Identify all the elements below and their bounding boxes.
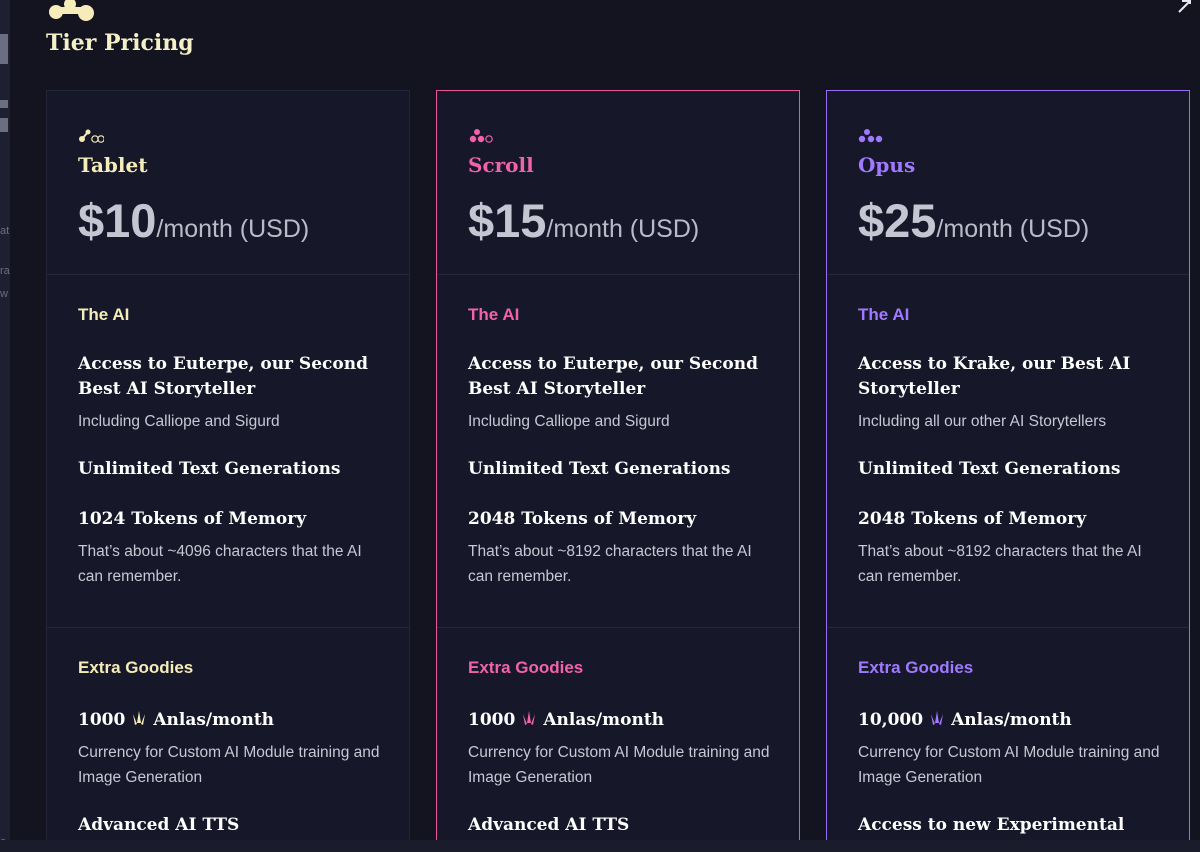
anlas-icon — [133, 711, 146, 725]
background-bar — [0, 100, 8, 108]
divider — [47, 274, 409, 275]
feature-title: Access to Krake, our Best AI Storyteller — [858, 354, 1131, 399]
opus-tier-icon — [858, 129, 883, 143]
feature-title: Access to Euterpe, our Second Best AI St… — [468, 354, 758, 399]
feature-title: Unlimited Text Generations — [468, 459, 731, 479]
section-label-extra-goodies: Extra Goodies — [468, 658, 584, 677]
tier-name: Opus — [858, 153, 916, 177]
anlas-amount: 1000 — [468, 710, 516, 730]
bottom-edge — [0, 840, 1200, 852]
anlas-unit: Anlas/month — [153, 710, 275, 730]
page: at ra w o Tier Pricing — [0, 0, 1200, 852]
feature-title: 1024 Tokens of Memory — [78, 509, 307, 529]
section-label-extra-goodies: Extra Goodies — [78, 658, 194, 677]
tier-pricing-modal: Tier Pricing Tablet $10/month (USD) The … — [10, 0, 1200, 852]
feature-title: 2048 Tokens of Memory — [858, 509, 1087, 529]
price-unit: /month (USD) — [936, 215, 1090, 243]
feature-title: Advanced AI TTS — [468, 815, 630, 835]
tier-header: Opus $25/month (USD) — [827, 91, 1189, 274]
feature-desc: That’s about ~8192 characters that the A… — [468, 543, 752, 585]
anlas-feature: 1000 Anlas/month — [468, 708, 768, 733]
feature-desc: Currency for Custom AI Module training a… — [78, 744, 380, 786]
tier-name: Tablet — [78, 153, 148, 177]
price-unit: /month (USD) — [156, 215, 310, 243]
divider — [437, 274, 799, 275]
background-text: w — [0, 288, 8, 300]
price-unit: /month (USD) — [546, 215, 700, 243]
tier-header: Scroll $15/month (USD) — [437, 91, 799, 274]
price-amount: $15 — [468, 194, 547, 247]
tier-price: $10/month (USD) — [78, 193, 309, 248]
feature-desc: Including Calliope and Sigurd — [468, 413, 670, 430]
feature-desc: Currency for Custom AI Module training a… — [468, 744, 770, 786]
feature-desc: That’s about ~8192 characters that the A… — [858, 543, 1142, 585]
divider — [827, 627, 1189, 628]
background-bar — [0, 118, 8, 132]
tablet-tier-icon — [79, 129, 104, 143]
divider — [827, 274, 1189, 275]
feature-desc: Including Calliope and Sigurd — [78, 413, 280, 430]
scroll-tier-icon — [469, 129, 493, 143]
background-text: ra — [0, 265, 10, 277]
tier-name: Scroll — [468, 153, 534, 177]
price-amount: $10 — [78, 194, 157, 247]
anlas-icon — [931, 711, 944, 725]
section-label-the-ai: The AI — [858, 305, 910, 324]
background-bar — [0, 34, 8, 64]
tier-header: Tablet $10/month (USD) — [47, 91, 409, 274]
section-label-the-ai: The AI — [78, 305, 130, 324]
tier-card-opus[interactable]: Opus $25/month (USD) The AI Access to Kr… — [826, 90, 1190, 852]
anlas-icon — [523, 711, 536, 725]
anlas-feature: 10,000 Anlas/month — [858, 708, 1158, 733]
divider — [47, 627, 409, 628]
feature-desc: Including all our other AI Storytellers — [858, 413, 1107, 430]
feature-title: Unlimited Text Generations — [78, 459, 341, 479]
anlas-amount: 1000 — [78, 710, 126, 730]
tier-price: $25/month (USD) — [858, 193, 1089, 248]
section-label-the-ai: The AI — [468, 305, 520, 324]
close-icon[interactable] — [1178, 0, 1192, 14]
tier-card-tablet[interactable]: Tablet $10/month (USD) The AI Access to … — [46, 90, 410, 852]
feature-desc: That’s about ~4096 characters that the A… — [78, 543, 362, 585]
anlas-feature: 1000 Anlas/month — [78, 708, 378, 733]
anlas-unit: Anlas/month — [543, 710, 665, 730]
price-amount: $25 — [858, 194, 937, 247]
background-text: at — [0, 225, 10, 237]
tier-card-scroll[interactable]: Scroll $15/month (USD) The AI Access to … — [436, 90, 800, 852]
background-page-strip: at ra w o — [0, 0, 10, 852]
section-label-extra-goodies: Extra Goodies — [858, 658, 974, 677]
tier-price: $15/month (USD) — [468, 193, 699, 248]
feature-title: Access to new Experimental — [858, 815, 1125, 835]
feature-title: Advanced AI TTS — [78, 815, 240, 835]
novelai-logo-icon — [49, 0, 94, 21]
divider — [437, 627, 799, 628]
modal-title: Tier Pricing — [46, 30, 194, 56]
anlas-amount: 10,000 — [858, 710, 924, 730]
feature-title: Access to Euterpe, our Second Best AI St… — [78, 354, 368, 399]
feature-title: Unlimited Text Generations — [858, 459, 1121, 479]
feature-desc: Currency for Custom AI Module training a… — [858, 744, 1160, 786]
feature-title: 2048 Tokens of Memory — [468, 509, 697, 529]
anlas-unit: Anlas/month — [951, 710, 1072, 730]
